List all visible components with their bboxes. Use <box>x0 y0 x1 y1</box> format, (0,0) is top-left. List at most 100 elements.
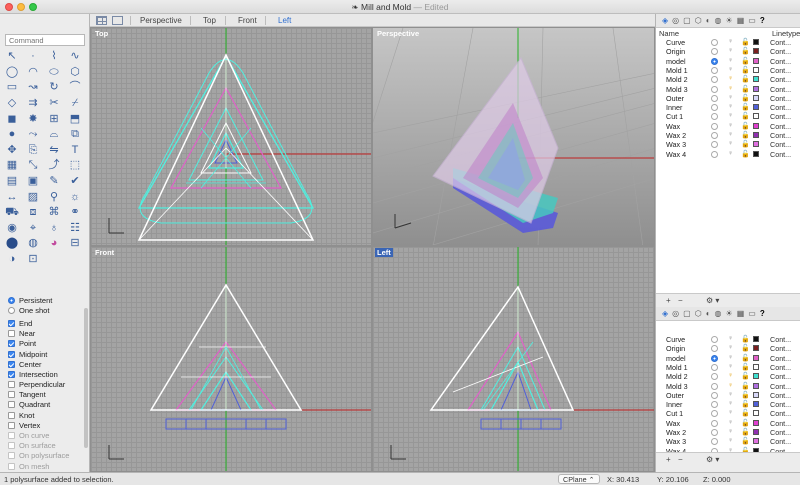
layer-row[interactable]: Mold 2 ♀ 🔓 Cont... <box>656 372 800 381</box>
render-icon[interactable]: ◐ <box>706 309 711 318</box>
visibility-bulb-icon[interactable]: ♀ <box>728 131 733 138</box>
sweep-icon[interactable]: ⤳ <box>24 127 42 143</box>
checkbox[interactable] <box>8 421 15 429</box>
osnap-midpoint[interactable]: Midpoint <box>8 349 86 359</box>
layer-linetype[interactable]: Cont... <box>770 391 791 400</box>
checkbox[interactable] <box>8 401 15 409</box>
select-arrow-icon[interactable]: ↖ <box>3 49 21 65</box>
layer-linetype[interactable]: Cont... <box>770 47 791 56</box>
layer-name[interactable]: Outer <box>666 94 684 103</box>
layer-name[interactable]: Wax 4 <box>666 150 686 159</box>
texture-icon[interactable]: ▦ <box>737 16 745 25</box>
trim-icon[interactable]: ⌿ <box>66 96 84 112</box>
remove-layer-button[interactable]: − <box>678 455 683 464</box>
current-layer-radio[interactable] <box>711 382 718 390</box>
visibility-bulb-icon[interactable]: ♀ <box>728 47 733 54</box>
offset-icon[interactable]: ⇉ <box>24 96 42 112</box>
group-icon[interactable]: ⧈ <box>24 205 42 221</box>
attach-icon[interactable]: ⚭ <box>66 205 84 221</box>
layer-name[interactable]: model <box>666 354 686 363</box>
arc-icon[interactable]: ◠ <box>24 65 42 81</box>
osnap-near[interactable]: Near <box>8 329 86 339</box>
layer-row[interactable]: Wax ♀ 🔓 Cont... <box>656 122 800 131</box>
current-layer-radio[interactable] <box>711 401 718 409</box>
object-icon[interactable]: ⬡ <box>695 309 702 318</box>
lock-icon[interactable]: 🔓 <box>741 131 750 139</box>
current-layer-radio[interactable] <box>711 104 718 112</box>
light-icon[interactable]: ☀ <box>726 16 733 25</box>
bulb-icon[interactable]: ♁ <box>45 221 63 237</box>
radio-button[interactable] <box>8 296 15 304</box>
polyline-icon[interactable]: ⌇ <box>45 49 63 65</box>
visibility-bulb-icon[interactable]: ♀ <box>728 382 733 389</box>
single-viewport-icon[interactable] <box>112 16 123 25</box>
viewport-label[interactable]: Perspective <box>375 29 421 38</box>
split-icon[interactable]: ✂ <box>45 96 63 112</box>
visibility-bulb-icon[interactable]: ♀ <box>728 112 733 119</box>
lock-icon[interactable]: 🔓 <box>741 344 750 352</box>
visibility-bulb-icon[interactable]: ♀ <box>728 75 733 82</box>
current-layer-radio[interactable] <box>711 85 718 93</box>
layer-name[interactable]: Wax 3 <box>666 140 686 149</box>
checkbox[interactable] <box>8 319 15 327</box>
current-layer-radio[interactable] <box>711 141 718 149</box>
layer-row[interactable]: Wax 3 ♀ 🔓 Cont... <box>656 140 800 149</box>
layer-name[interactable]: Cut 1 <box>666 112 683 121</box>
current-layer-radio[interactable] <box>711 76 718 84</box>
layer-name[interactable]: Origin <box>666 344 685 353</box>
array-icon[interactable]: ▦ <box>3 158 21 174</box>
rotate-icon[interactable]: ↻ <box>45 80 63 96</box>
lock-icon[interactable]: 🔓 <box>741 335 750 343</box>
current-layer-radio[interactable] <box>711 57 718 65</box>
layers-icon[interactable]: ◈ <box>662 309 668 318</box>
material-icon[interactable]: ◍ <box>715 309 722 318</box>
layer-color-swatch[interactable] <box>753 94 759 101</box>
layer-linetype[interactable]: Cont... <box>770 335 791 344</box>
layer-color-swatch[interactable] <box>753 429 759 435</box>
layer-name[interactable]: Origin <box>666 47 685 56</box>
scale-icon[interactable]: ⤡ <box>24 158 42 174</box>
layer-name[interactable]: Inner <box>666 400 682 409</box>
block-icon[interactable]: ⌘ <box>45 205 63 221</box>
visibility-bulb-icon[interactable]: ♀ <box>728 122 733 129</box>
layer-color-swatch[interactable] <box>753 132 759 138</box>
layer-color-swatch[interactable] <box>753 141 759 148</box>
layer-row[interactable]: model ♀ 🔓 Cont... <box>656 57 800 66</box>
layer-row[interactable]: Mold 1 ♀ 🔓 Cont... <box>656 363 800 372</box>
properties-icon[interactable]: ☷ <box>66 221 84 237</box>
eye-icon[interactable]: ◉ <box>3 221 21 237</box>
osnap-perpendicular[interactable]: Perpendicular <box>8 380 86 390</box>
layer-linetype[interactable]: Cont... <box>770 382 791 391</box>
layer-linetype[interactable]: Cont... <box>770 85 791 94</box>
layer-color-swatch[interactable] <box>753 354 759 361</box>
osnap-end[interactable]: End <box>8 318 86 328</box>
view-icon[interactable]: ▭ <box>748 16 756 25</box>
layer-linetype[interactable]: Cont... <box>770 57 791 66</box>
osnap-quadrant[interactable]: Quadrant <box>8 400 86 410</box>
osnap-tangent[interactable]: Tangent <box>8 390 86 400</box>
osnap-vertex[interactable]: Vertex <box>8 420 86 430</box>
layer-name[interactable]: Mold 1 <box>666 66 688 75</box>
lock-icon[interactable]: 🔓 <box>741 437 750 445</box>
rectangle-icon[interactable]: ▭ <box>3 80 21 96</box>
layer-color-swatch[interactable] <box>753 401 759 408</box>
layer-name[interactable]: Wax 2 <box>666 131 686 140</box>
layer-linetype[interactable]: Cont... <box>770 409 791 418</box>
layer-row[interactable]: Mold 1 ♀ 🔓 Cont... <box>656 66 800 75</box>
properties-icon[interactable]: ◎ <box>672 309 679 318</box>
visibility-bulb-icon[interactable]: ♀ <box>728 140 733 147</box>
loft-icon[interactable]: ⌓ <box>45 127 63 143</box>
layer-color-swatch[interactable] <box>753 382 759 389</box>
explode-icon[interactable]: ✸ <box>24 111 42 127</box>
osnap-center[interactable]: Center <box>8 359 86 369</box>
layer-linetype[interactable]: Cont... <box>770 428 791 437</box>
layer-name[interactable]: Mold 2 <box>666 75 688 84</box>
layer-color-swatch[interactable] <box>753 57 759 64</box>
render-icon[interactable]: ◑ <box>3 252 21 268</box>
edit-icon[interactable]: ✎ <box>45 174 63 190</box>
layer-linetype[interactable]: Cont... <box>770 103 791 112</box>
viewport-label[interactable]: Front <box>93 248 116 257</box>
layer-linetype[interactable]: Cont... <box>770 94 791 103</box>
lock-icon[interactable]: 🔓 <box>741 66 750 74</box>
layer-row[interactable]: model ♀ 🔓 Cont... <box>656 354 800 363</box>
